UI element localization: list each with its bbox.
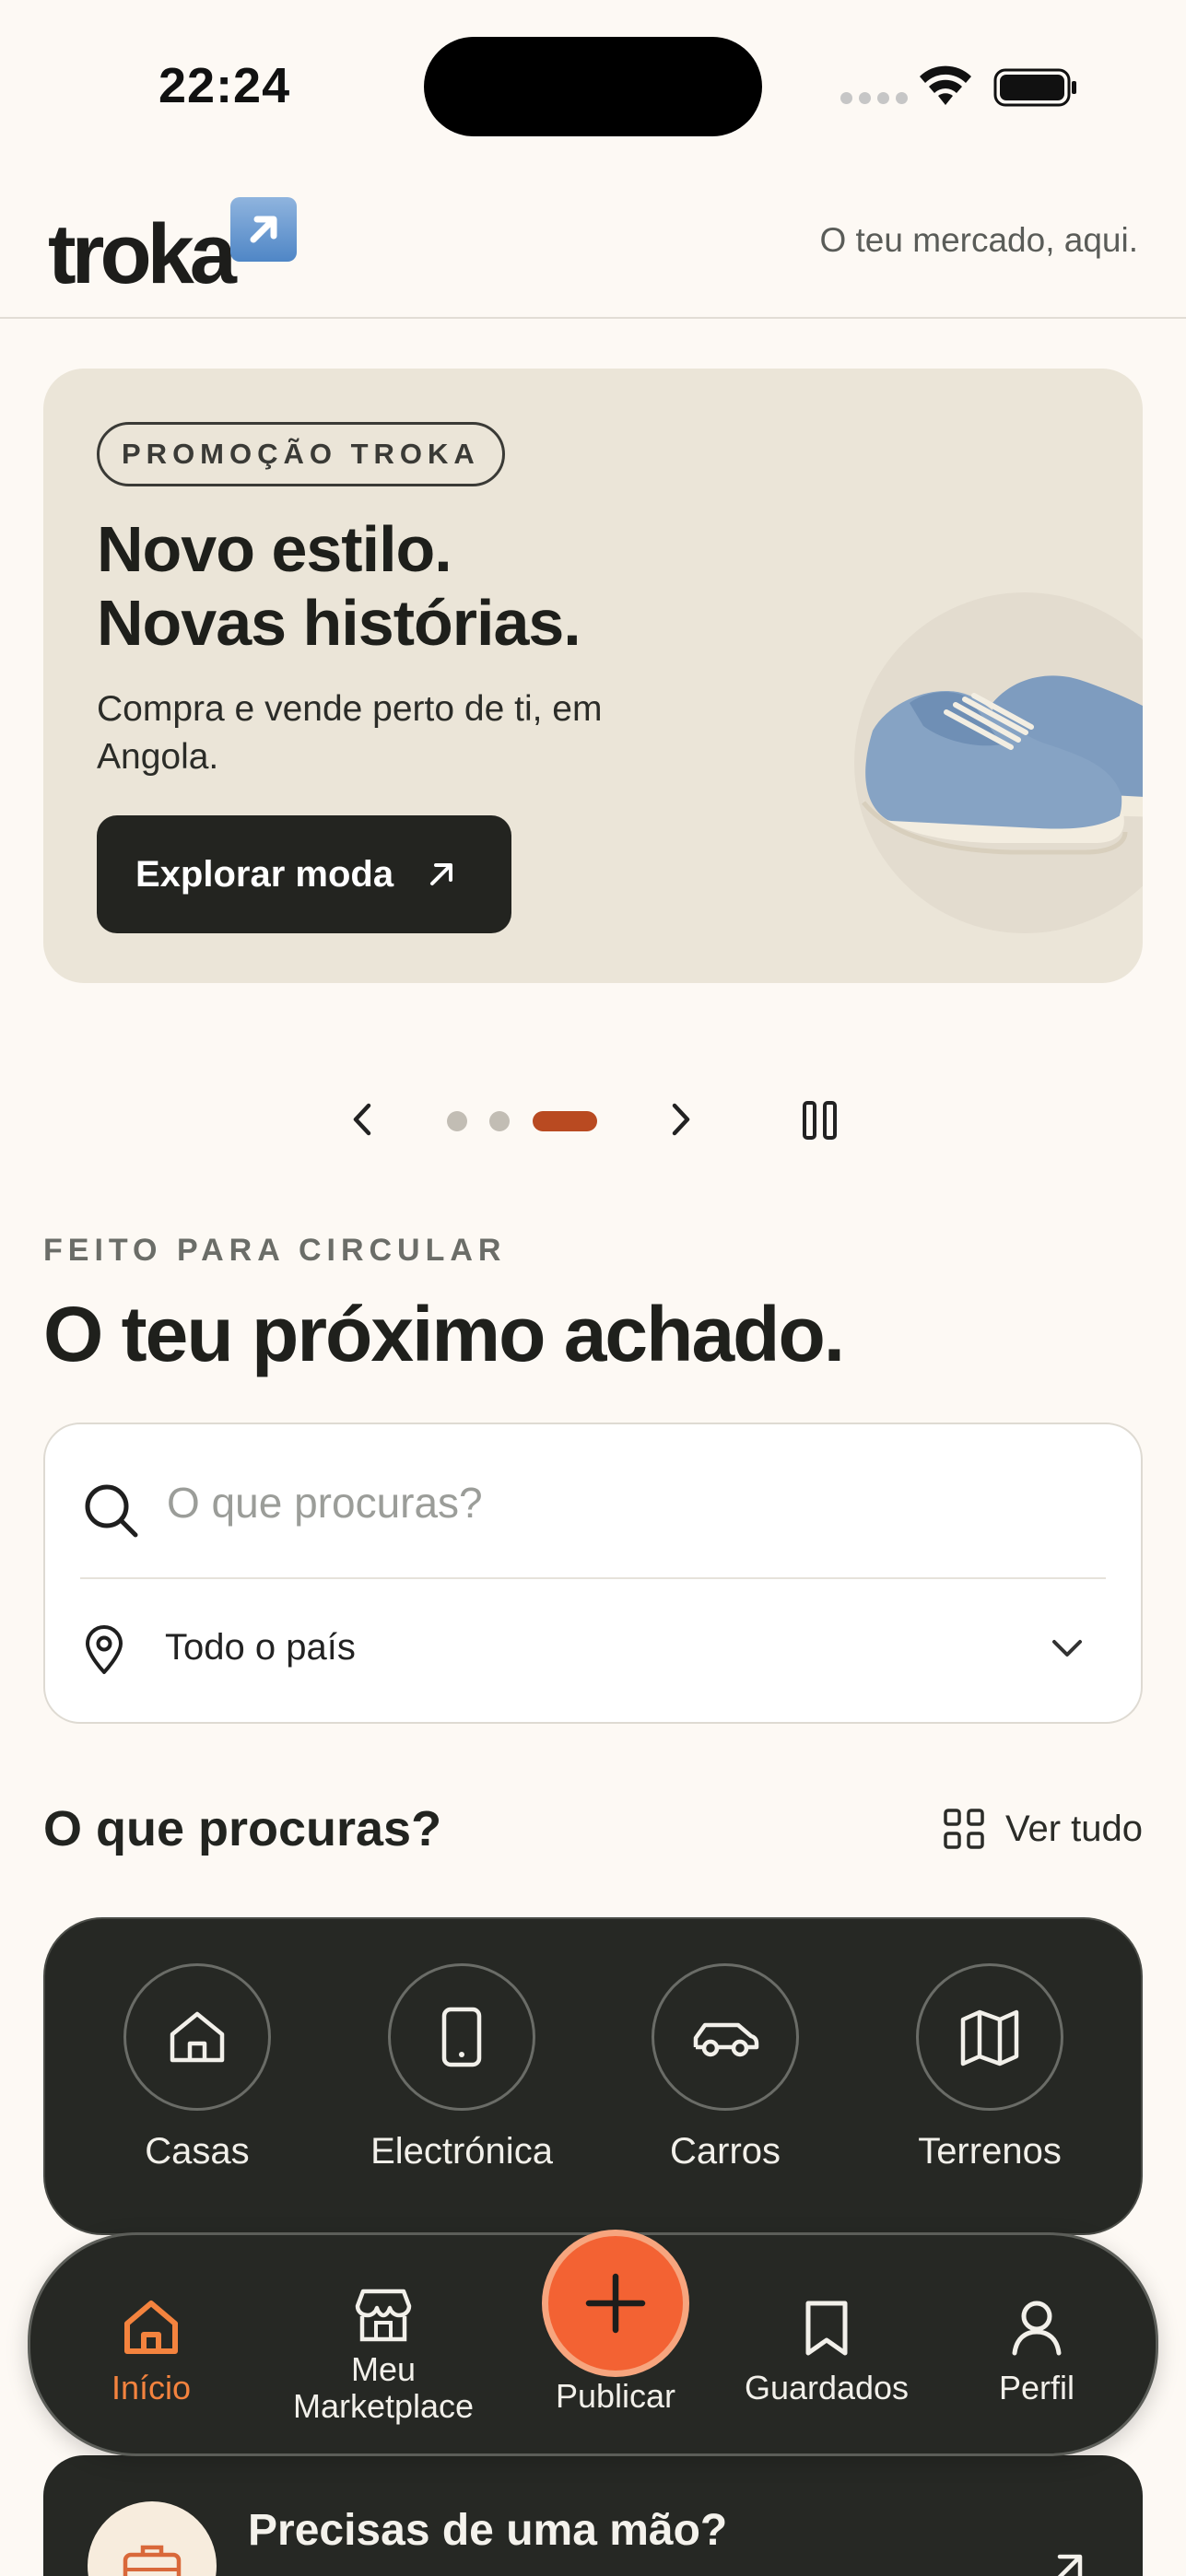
help-avatar: [88, 2501, 217, 2576]
house-icon: [170, 2011, 225, 2063]
category-label: Carros: [669, 2131, 781, 2172]
bottom-navigation: Início Meu Marketplace Publicar Guardados…: [28, 2230, 1158, 2456]
promo-badge: PROMOÇÃO TROKA: [97, 422, 505, 486]
pause-icon[interactable]: [802, 1100, 839, 1141]
category-label: Electrónica: [370, 2131, 553, 2172]
category-casas[interactable]: Casas: [91, 1963, 303, 2172]
nav-label: Início: [111, 2369, 192, 2406]
cellular-signal-icon: [840, 92, 908, 104]
bookmark-icon: [805, 2301, 848, 2356]
category-label: Casas: [145, 2131, 250, 2172]
status-time: 22:24: [159, 58, 291, 113]
location-select[interactable]: Todo o país: [165, 1627, 356, 1669]
categories-title: O que procuras?: [43, 1801, 442, 1856]
map-icon: [960, 2009, 1019, 2067]
search-card: Todo o país: [43, 1423, 1143, 1724]
header-tagline: O teu mercado, aqui.: [819, 221, 1138, 259]
carousel-controls: [0, 1078, 1186, 1161]
promo-title-line2: Novas histórias.: [97, 587, 581, 659]
see-all-label: Ver tudo: [1004, 1808, 1143, 1849]
section-headline: O teu próximo achado.: [43, 1291, 845, 1377]
carousel-dot-1[interactable]: [447, 1111, 467, 1131]
logo-text: troka: [48, 207, 237, 301]
category-electronica[interactable]: Electrónica: [356, 1963, 568, 2172]
wifi-icon: [920, 65, 971, 105]
search-divider: [80, 1577, 1106, 1579]
phone-icon: [441, 2007, 482, 2067]
user-icon: [1012, 2301, 1062, 2356]
arrow-up-right-icon: [229, 197, 297, 262]
nav-label: Guardados: [744, 2369, 910, 2406]
publish-button[interactable]: [542, 2230, 689, 2377]
nav-label: Meu Marketplace: [292, 2350, 475, 2425]
home-icon: [124, 2301, 178, 2354]
chevron-right-icon[interactable]: [656, 1096, 702, 1142]
section-eyebrow: FEITO PARA CIRCULAR: [43, 1233, 507, 1268]
category-carros[interactable]: Carros: [619, 1963, 831, 2172]
help-card[interactable]: Precisas de uma mão?: [43, 2455, 1143, 2576]
search-input[interactable]: [167, 1470, 996, 1535]
battery-icon: [993, 68, 1076, 107]
nav-inicio[interactable]: Início: [59, 2290, 243, 2406]
categories-panel: Casas Electrónica Carros Terrenos: [43, 1917, 1143, 2235]
promo-banner[interactable]: PROMOÇÃO TROKA Novo estilo. Novas histór…: [43, 369, 1143, 983]
nav-label: Perfil: [998, 2369, 1075, 2406]
explore-fashion-label: Explorar moda: [135, 853, 394, 895]
chevron-left-icon[interactable]: [341, 1096, 387, 1142]
explore-fashion-button[interactable]: Explorar moda: [97, 815, 511, 933]
promo-subtitle: Compra e vende perto de ti, em Angola.: [97, 689, 603, 777]
help-title: Precisas de uma mão?: [248, 2506, 728, 2555]
grid-icon: [944, 1809, 984, 1849]
store-icon: [355, 2289, 412, 2342]
nav-perfil[interactable]: Perfil: [945, 2290, 1129, 2406]
arrow-up-right-icon: [430, 863, 453, 885]
category-terrenos[interactable]: Terrenos: [884, 1963, 1096, 2172]
status-bar: 22:24: [0, 0, 1186, 175]
search-icon: [85, 1484, 138, 1538]
nav-guardados[interactable]: Guardados: [734, 2290, 919, 2406]
briefcase-icon: [123, 2545, 182, 2576]
chevron-down-icon[interactable]: [1049, 1634, 1086, 1662]
nav-meu-marketplace[interactable]: Meu Marketplace: [291, 2285, 476, 2425]
car-icon: [693, 2022, 759, 2057]
publish-label[interactable]: Publicar: [523, 2377, 708, 2416]
carousel-dot-2[interactable]: [489, 1111, 510, 1131]
troka-logo[interactable]: troka: [48, 197, 297, 297]
category-label: Terrenos: [918, 2131, 1062, 2172]
location-pin-icon: [86, 1625, 123, 1674]
app-header: troka O teu mercado, aqui.: [0, 175, 1186, 319]
promo-title: Novo estilo. Novas histórias.: [97, 512, 742, 660]
plus-icon: [585, 2273, 646, 2334]
promo-title-line1: Novo estilo.: [97, 513, 452, 585]
see-all-button[interactable]: Ver tudo: [943, 1808, 1143, 1850]
sneakers-image: [854, 592, 1143, 933]
carousel-dot-3-active[interactable]: [533, 1111, 597, 1131]
arrow-up-right-icon: [1057, 2554, 1083, 2576]
dynamic-island: [424, 37, 762, 136]
